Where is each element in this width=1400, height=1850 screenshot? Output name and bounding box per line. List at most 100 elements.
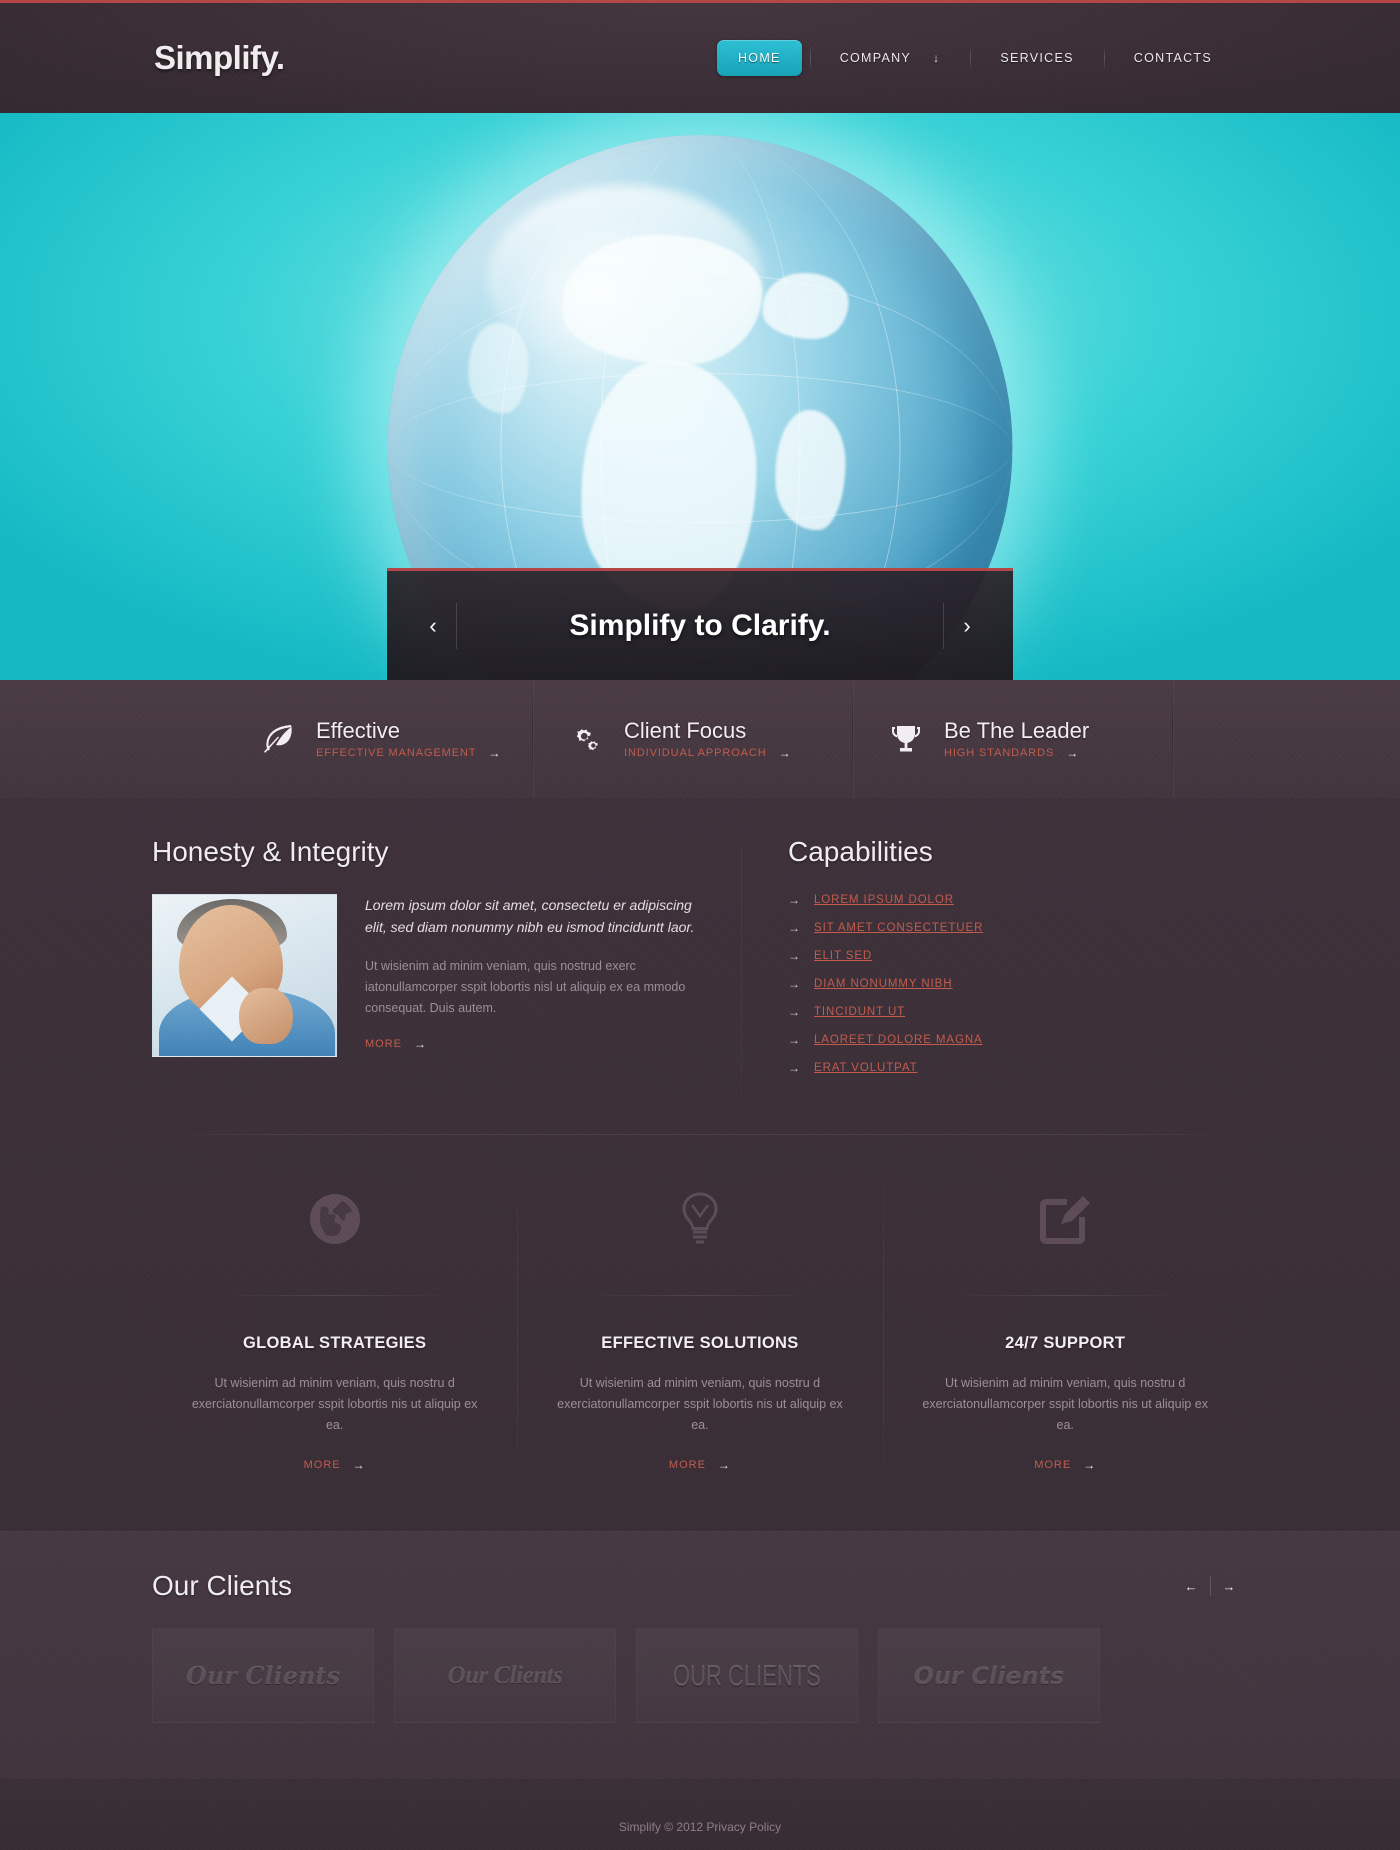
feature-subtitle-row: HIGH STANDARDS → [944,746,1089,760]
service-global-strategies: GLOBAL STRATEGIES Ut wisienim ad minim v… [152,1181,517,1473]
feature-client-focus[interactable]: Client Focus INDIVIDUAL APPROACH → [532,680,852,798]
more-label: MORE [1034,1459,1072,1471]
service-rule [949,1295,1182,1296]
arrow-right-icon: → [788,1033,800,1047]
service-rule [218,1295,451,1296]
clients-section: Our Clients ← → Our Clients Our Clients … [0,1531,1400,1779]
page-root: Simplify. HOME COMPANY ↓ SERVICES CONTAC… [0,0,1400,1850]
main-content: Honesty & Integrity Lorem ipsum dolor si… [0,798,1400,1531]
chevron-down-icon: ↓ [933,51,941,65]
hero-slider: ‹ Simplify to Clarify. › [0,113,1400,680]
site-logo[interactable]: Simplify. [154,39,285,77]
client-logo-card[interactable]: Our Clients [878,1628,1100,1723]
feature-subtitle-row: INDIVIDUAL APPROACH → [624,746,792,760]
list-item[interactable]: → LAOREET DOLORE MAGNA [788,1034,1248,1046]
clients-carousel-nav: ← → [1172,1571,1248,1601]
capability-link[interactable]: ELIT SED [814,950,872,962]
arrow-right-icon: → [488,746,502,761]
about-lead-text: Lorem ipsum dolor sit amet, consectetu e… [365,897,695,935]
clients-prev-button[interactable]: ← [1172,1571,1210,1601]
arrow-right-icon: → [788,977,800,991]
nav-item-contacts[interactable]: CONTACTS [1104,43,1242,73]
feature-subtitle-row: EFFECTIVE MANAGEMENT → [316,746,501,760]
list-item[interactable]: → ELIT SED [788,950,1248,962]
arrow-right-icon: → [414,1037,427,1051]
capabilities-section: Capabilities → LOREM IPSUM DOLOR → SIT A… [742,836,1248,1090]
services-row: GLOBAL STRATEGIES Ut wisienim ad minim v… [152,1135,1248,1531]
client-logo-text: Our Clients [185,1661,340,1690]
nav-item-home[interactable]: HOME [716,40,802,76]
feature-bar: Effective EFFECTIVE MANAGEMENT → Client … [0,680,1400,798]
service-more-link[interactable]: MORE → [304,1458,366,1472]
leaf-icon [258,719,298,759]
nav-item-services[interactable]: SERVICES [970,43,1103,73]
service-title: EFFECTIVE SOLUTIONS [601,1334,799,1352]
capability-link[interactable]: LAOREET DOLORE MAGNA [814,1034,983,1046]
service-title: GLOBAL STRATEGIES [243,1334,427,1352]
slider-next-button[interactable]: › [947,598,987,654]
capability-link[interactable]: DIAM NONUMMY NIBH [814,978,952,990]
nav-item-contacts-label: CONTACTS [1133,51,1212,65]
service-more-link[interactable]: MORE → [1034,1458,1096,1472]
arrow-right-icon: → [1066,746,1080,761]
capability-link[interactable]: ERAT VOLUTPAT [814,1062,918,1074]
more-label: MORE [365,1038,402,1050]
list-item[interactable]: → TINCIDUNT UT [788,1006,1248,1018]
feature-title: Effective [316,717,400,743]
gears-icon [566,719,606,759]
site-footer: Simplify © 2012 Privacy Policy [0,1779,1400,1850]
capability-link[interactable]: SIT AMET CONSECTETUER [814,922,983,934]
about-more-link[interactable]: MORE → [365,1037,427,1051]
globe-highlight [487,185,763,373]
nav-item-company[interactable]: COMPANY ↓ [810,43,971,73]
feature-title: Be The Leader [944,717,1090,743]
client-logo-card[interactable]: Our Clients [152,1628,374,1723]
list-item[interactable]: → LOREM IPSUM DOLOR [788,894,1248,906]
clients-title: Our Clients [152,1570,293,1601]
arrow-right-icon: → [788,1061,800,1075]
slider-prev-button[interactable]: ‹ [413,598,453,654]
feature-be-the-leader[interactable]: Be The Leader HIGH STANDARDS → [852,680,1172,798]
about-title: Honesty & Integrity [152,836,389,867]
service-more-link[interactable]: MORE → [669,1458,731,1472]
slide-caption-bar: ‹ Simplify to Clarify. › [387,568,1013,680]
list-item[interactable]: → SIT AMET CONSECTETUER [788,922,1248,934]
list-item[interactable]: → ERAT VOLUTPAT [788,1062,1248,1074]
more-label: MORE [303,1459,341,1471]
about-section: Honesty & Integrity Lorem ipsum dolor si… [152,836,742,1100]
feature-subtitle: HIGH STANDARDS [944,747,1055,760]
client-logo-text: Our Clients [447,1661,563,1689]
footer-copyright[interactable]: Simplify © 2012 Privacy Policy [619,1820,781,1834]
arrow-right-icon: → [788,893,800,907]
capability-link[interactable]: TINCIDUNT UT [814,1006,905,1018]
service-support: 24/7 SUPPORT Ut wisienim ad minim veniam… [882,1171,1248,1487]
capability-link[interactable]: LOREM IPSUM DOLOR [814,894,954,906]
site-header: Simplify. HOME COMPANY ↓ SERVICES CONTAC… [0,0,1400,113]
clients-next-button[interactable]: → [1210,1571,1248,1601]
service-title: 24/7 SUPPORT [1005,1334,1126,1352]
arrow-right-icon: → [1083,1458,1097,1472]
capabilities-title: Capabilities [788,836,933,867]
feature-effective[interactable]: Effective EFFECTIVE MANAGEMENT → [0,680,532,798]
about-capabilities-row: Honesty & Integrity Lorem ipsum dolor si… [152,798,1248,1134]
arrow-right-icon: → [788,1005,800,1019]
client-logo-card[interactable]: OUR CLIENTS [636,1628,858,1723]
capabilities-list: → LOREM IPSUM DOLOR → SIT AMET CONSECTET… [788,894,1248,1074]
nav-item-services-label: SERVICES [1000,51,1074,65]
client-logo-text: Our Clients [913,1661,1065,1690]
service-text: Ut wisienim ad minim veniam, quis nostru… [557,1376,843,1432]
globe-icon [186,1181,483,1257]
feature-title: Client Focus [624,717,747,743]
client-logo-card[interactable]: Our Clients [394,1628,616,1723]
client-logo-text: OUR CLIENTS [673,1657,821,1692]
feature-subtitle: EFFECTIVE MANAGEMENT [316,747,477,760]
slide-title: Simplify to Clarify. [569,608,831,642]
list-item[interactable]: → DIAM NONUMMY NIBH [788,978,1248,990]
clients-logo-strip: Our Clients Our Clients OUR CLIENTS Our … [152,1628,1248,1723]
service-effective-solutions: EFFECTIVE SOLUTIONS Ut wisienim ad minim… [517,1171,882,1487]
about-photo [152,894,337,1057]
feature-bar-spacer [1172,680,1400,798]
service-text: Ut wisienim ad minim veniam, quis nostru… [922,1376,1208,1432]
trophy-icon [886,719,926,759]
lightbulb-icon [551,1181,848,1257]
